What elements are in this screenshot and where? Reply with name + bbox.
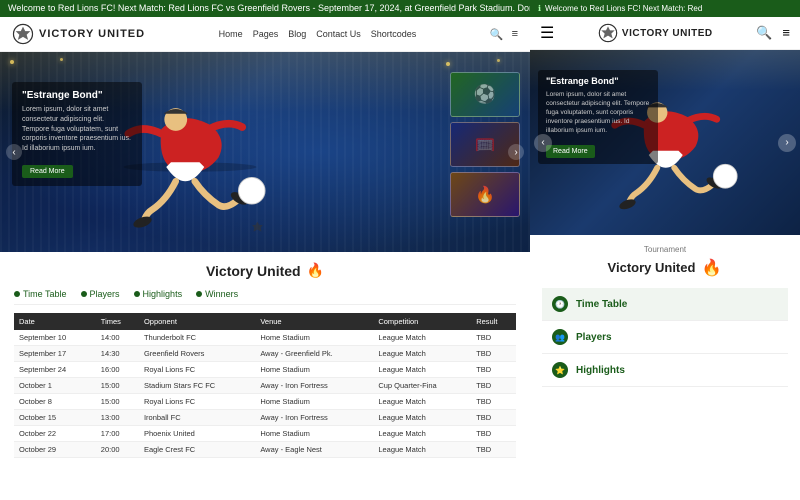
table-row: October 2920:00Eagle Crest FCAway - Eagl… <box>14 442 516 458</box>
desktop-navbar: VICTORY UNITED Home Pages Blog Contact U… <box>0 17 530 52</box>
mobile-fire-icon: 🔥 <box>700 256 722 278</box>
mobile-highlights-label: Highlights <box>576 365 625 376</box>
mobile-hero-next-button[interactable]: › <box>778 134 796 152</box>
mobile-hero-text-box: "Estrange Bond" Lorem ipsum, dolor sit a… <box>538 70 658 164</box>
table-row: September 1714:30Greenfield RoversAway -… <box>14 346 516 362</box>
col-times: Times <box>96 313 139 330</box>
mobile-navbar: ☰ VICTORY UNITED 🔍 ≡ <box>530 17 800 50</box>
mobile-highlights-icon: ⭐ <box>552 362 568 378</box>
mobile-screen: ℹ Welcome to Red Lions FC! Next Match: R… <box>530 0 800 500</box>
mobile-ticker-text: Welcome to Red Lions FC! Next Match: Red <box>545 4 702 13</box>
col-opponent: Opponent <box>139 313 255 330</box>
mobile-section-header: Victory United 🔥 <box>542 256 788 278</box>
mobile-tab-highlights[interactable]: ⭐ Highlights <box>542 354 788 387</box>
tab-dot-winners <box>196 291 202 297</box>
section-header: Victory United 🔥 <box>14 262 516 279</box>
section-title: Victory United <box>206 263 301 279</box>
light-dot <box>446 62 450 66</box>
mobile-ticker: ℹ Welcome to Red Lions FC! Next Match: R… <box>530 0 800 17</box>
desktop-hero: "Estrange Bond" Lorem ipsum, dolor sit a… <box>0 52 530 252</box>
desktop-ticker: Welcome to Red Lions FC! Next Match: Red… <box>0 0 530 17</box>
light-dot <box>497 59 500 62</box>
table-row: October 815:00Royal Lions FCHome Stadium… <box>14 394 516 410</box>
mobile-tab-players[interactable]: 👥 Players <box>542 321 788 354</box>
table-row: October 115:00Stadium Stars FC FCAway - … <box>14 378 516 394</box>
mobile-hero: "Estrange Bond" Lorem ipsum, dolor sit a… <box>530 50 800 235</box>
thumbnail-3[interactable]: 🔥 <box>450 172 520 217</box>
desktop-nav-links: Home Pages Blog Contact Us Shortcodes <box>219 29 417 39</box>
col-date: Date <box>14 313 96 330</box>
tab-winners[interactable]: Winners <box>196 289 238 299</box>
col-result: Result <box>471 313 516 330</box>
mobile-players-label: Players <box>576 332 612 343</box>
table-row: September 1014:00Thunderbolt FCHome Stad… <box>14 330 516 346</box>
mobile-tournament-label: Tournament <box>542 245 788 254</box>
mobile-menu-icon[interactable]: ≡ <box>782 25 790 41</box>
hero-description: Lorem ipsum, dolor sit amet consectetur … <box>22 105 132 154</box>
tab-timetable[interactable]: Time Table <box>14 289 67 299</box>
mobile-nav-icons: 🔍 ≡ <box>756 25 790 41</box>
mobile-hero-read-more-button[interactable]: Read More <box>546 145 595 158</box>
mobile-tabs: 🕐 Time Table 👥 Players ⭐ Highlights <box>542 288 788 387</box>
desktop-logo: VICTORY UNITED <box>12 23 145 45</box>
desktop-content: Victory United 🔥 Time Table Players High… <box>0 252 530 468</box>
table-row: October 2217:00Phoenix UnitedHome Stadiu… <box>14 426 516 442</box>
tab-dot-highlights <box>134 291 140 297</box>
desktop-tabs: Time Table Players Highlights Winners <box>14 289 516 305</box>
svg-text:🔥: 🔥 <box>702 258 722 277</box>
mobile-search-icon[interactable]: 🔍 <box>756 25 772 41</box>
thumbnail-1[interactable]: ⚽ <box>450 72 520 117</box>
nav-home[interactable]: Home <box>219 29 243 39</box>
mobile-section-title: Victory United <box>608 260 696 275</box>
thumbnail-2[interactable]: 🥅 <box>450 122 520 167</box>
desktop-nav-icons: 🔍 ≡ <box>490 28 518 41</box>
mobile-tab-timetable[interactable]: 🕐 Time Table <box>542 288 788 321</box>
mobile-logo: VICTORY UNITED <box>598 23 713 43</box>
nav-shortcodes[interactable]: Shortcodes <box>371 29 417 39</box>
tab-players[interactable]: Players <box>81 289 120 299</box>
menu-icon[interactable]: ≡ <box>512 28 518 41</box>
light-dot <box>10 60 14 64</box>
tab-dot-players <box>81 291 87 297</box>
nav-contact[interactable]: Contact Us <box>316 29 361 39</box>
mobile-logo-text: VICTORY UNITED <box>622 28 713 39</box>
table-row: October 1513:00Ironball FCAway - Iron Fo… <box>14 410 516 426</box>
mobile-hero-title: "Estrange Bond" <box>546 76 650 86</box>
tab-highlights[interactable]: Highlights <box>134 289 183 299</box>
col-venue: Venue <box>255 313 373 330</box>
desktop-panel: Welcome to Red Lions FC! Next Match: Red… <box>0 0 530 500</box>
schedule-table: Date Times Opponent Venue Competition Re… <box>14 313 516 458</box>
mobile-content: Tournament Victory United 🔥 🕐 Time Table… <box>530 235 800 500</box>
mobile-hamburger-icon[interactable]: ☰ <box>540 23 554 43</box>
hero-text-box: "Estrange Bond" Lorem ipsum, dolor sit a… <box>12 82 142 186</box>
ball-icon <box>12 23 34 45</box>
mobile-timetable-label: Time Table <box>576 299 627 310</box>
mobile-panel: ℹ Welcome to Red Lions FC! Next Match: R… <box>530 0 800 500</box>
fire-icon: 🔥 <box>307 262 324 279</box>
col-competition: Competition <box>373 313 471 330</box>
desktop-logo-text: VICTORY UNITED <box>39 28 145 40</box>
hero-read-more-button[interactable]: Read More <box>22 165 73 178</box>
search-icon[interactable]: 🔍 <box>490 28 504 41</box>
hero-next-button[interactable]: › <box>508 144 524 160</box>
mobile-timetable-icon: 🕐 <box>552 296 568 312</box>
hero-title: "Estrange Bond" <box>22 90 132 101</box>
mobile-hero-prev-button[interactable]: ‹ <box>534 134 552 152</box>
light-dot <box>60 58 63 61</box>
tab-dot-timetable <box>14 291 20 297</box>
mobile-players-icon: 👥 <box>552 329 568 345</box>
nav-pages[interactable]: Pages <box>253 29 279 39</box>
hero-thumbnails: ⚽ 🥅 🔥 <box>450 72 520 217</box>
nav-blog[interactable]: Blog <box>288 29 306 39</box>
mobile-ball-icon <box>598 23 618 43</box>
hero-prev-button[interactable]: ‹ <box>6 144 22 160</box>
table-row: September 2416:00Royal Lions FCHome Stad… <box>14 362 516 378</box>
mobile-hero-description: Lorem ipsum, dolor sit amet consectetur … <box>546 90 650 135</box>
